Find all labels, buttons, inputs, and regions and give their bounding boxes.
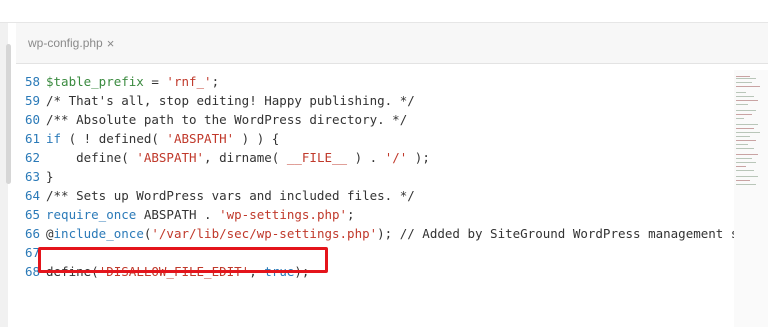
code-text: define('DISALLOW_FILE_EDIT', true); (46, 262, 309, 281)
code-token: 'rnf_' (166, 74, 212, 89)
code-editor[interactable]: 58 $table_prefix = 'rnf_'; 59 /* That's all… (16, 64, 768, 327)
code-token: , dirname( (204, 150, 287, 165)
line-number: 67 (24, 245, 40, 260)
tab-wp-config[interactable]: wp-config.php × (28, 23, 114, 63)
code-text: /** Absolute path to the WordPress direc… (46, 110, 407, 129)
code-token: 'DISALLOW_FILE_EDIT' (98, 264, 250, 279)
code-token: ; (211, 74, 220, 89)
code-token: include_once (53, 226, 144, 241)
code-token: = (143, 74, 167, 89)
code-text: /** Sets up WordPress vars and included … (46, 186, 415, 205)
minimap-line (736, 104, 748, 105)
minimap-line (736, 140, 756, 141)
minimap-line (736, 128, 754, 129)
code-token: ( ! defined( (61, 131, 167, 146)
minimap-line (736, 148, 754, 149)
code-token: 'ABSPATH' (166, 131, 235, 146)
code-line[interactable]: 67 (16, 243, 746, 262)
code-line[interactable]: 62 define( 'ABSPATH', dirname( __FILE__ … (16, 148, 746, 167)
minimap-line (736, 136, 750, 137)
code-token: @ (46, 226, 54, 241)
code-token: '/var/lib/sec/wp-settings.php' (151, 226, 378, 241)
minimap-line (736, 170, 754, 171)
code-token: /** Sets up WordPress vars and included … (46, 188, 415, 203)
minimap-line (736, 76, 750, 77)
code-token: ); (294, 264, 310, 279)
code-token: /** Absolute path to the WordPress direc… (46, 112, 408, 127)
code-token: } (46, 169, 54, 184)
code-token: ) . (347, 150, 385, 165)
line-number: 60 (24, 112, 40, 127)
minimap-line (736, 114, 752, 115)
code-text: $table_prefix = 'rnf_'; (46, 72, 219, 91)
code-text: require_once ABSPATH . 'wp-settings.php'… (46, 205, 355, 224)
code-lines: 58 $table_prefix = 'rnf_'; 59 /* That's all… (16, 72, 746, 281)
line-number: 63 (24, 169, 40, 184)
line-number: 64 (24, 188, 40, 203)
line-number: 68 (24, 264, 40, 279)
left-scrollbar[interactable] (6, 44, 11, 184)
code-text: /* That's all, stop editing! Happy publi… (46, 91, 415, 110)
minimap-line (736, 124, 758, 125)
code-token: define( (46, 150, 137, 165)
code-token: ); (407, 150, 430, 165)
code-token: define( (46, 264, 99, 279)
code-token: ABSPATH . (136, 207, 220, 222)
minimap-line (736, 100, 758, 101)
minimap-line (736, 118, 744, 119)
code-token: , (249, 264, 265, 279)
code-text: define( 'ABSPATH', dirname( __FILE__ ) .… (46, 148, 430, 167)
code-token: 'wp-settings.php' (219, 207, 348, 222)
minimap-line (736, 86, 760, 87)
minimap-line (736, 154, 758, 155)
code-line[interactable]: 59 /* That's all, stop editing! Happy pub… (16, 91, 746, 110)
code-token: 'ABSPATH' (136, 150, 205, 165)
line-number: 61 (24, 131, 40, 146)
code-token: require_once (46, 207, 137, 222)
minimap-line (736, 132, 760, 133)
code-line[interactable]: 65 require_once ABSPATH . 'wp-settings.ph… (16, 205, 746, 224)
minimap-line (736, 78, 756, 79)
code-token: ) ) { (234, 131, 280, 146)
minimap-line (736, 166, 746, 167)
minimap-line (736, 180, 750, 181)
minimap-line (736, 96, 754, 97)
tab-label: wp-config.php (28, 36, 103, 50)
minimap-line (736, 184, 756, 185)
code-token: ); // Added by SiteGround WordPress mana… (377, 226, 746, 241)
code-line[interactable]: 61 if ( ! defined( 'ABSPATH' ) ) { (16, 129, 746, 148)
code-token: if (46, 131, 62, 146)
line-number: 66 (24, 226, 40, 241)
code-line[interactable]: 64 /** Sets up WordPress vars and include… (16, 186, 746, 205)
minimap-line (736, 176, 758, 177)
code-line[interactable]: 63} (16, 167, 746, 186)
code-token: $table_prefix (46, 74, 144, 89)
code-line[interactable]: 58 $table_prefix = 'rnf_'; (16, 72, 746, 91)
code-token: '/' (384, 150, 408, 165)
close-icon[interactable]: × (107, 36, 115, 51)
minimap-line (736, 162, 756, 163)
minimap-line (736, 110, 756, 111)
code-text: @include_once('/var/lib/sec/wp-settings.… (46, 224, 746, 243)
code-text: } (46, 167, 54, 186)
minimap-line (736, 92, 746, 93)
minimap[interactable] (734, 70, 768, 327)
code-token: __FILE__ (286, 150, 348, 165)
minimap-line (736, 82, 752, 83)
top-bar (0, 0, 768, 23)
line-number: 58 (24, 74, 40, 89)
code-token: /* That's all, stop editing! Happy publi… (46, 93, 415, 108)
line-number: 65 (24, 207, 40, 222)
minimap-line (736, 158, 752, 159)
line-number: 62 (24, 150, 40, 165)
tab-bar: wp-config.php × (16, 23, 768, 64)
line-number: 59 (24, 93, 40, 108)
minimap-line (736, 144, 748, 145)
code-line[interactable]: 68 define('DISALLOW_FILE_EDIT', true); (16, 262, 746, 281)
code-text: if ( ! defined( 'ABSPATH' ) ) { (46, 129, 279, 148)
code-line[interactable]: 60 /** Absolute path to the WordPress dir… (16, 110, 746, 129)
code-token: true (264, 264, 295, 279)
code-line[interactable]: 66 @include_once('/var/lib/sec/wp-setting… (16, 224, 746, 243)
code-token: ; (347, 207, 355, 222)
